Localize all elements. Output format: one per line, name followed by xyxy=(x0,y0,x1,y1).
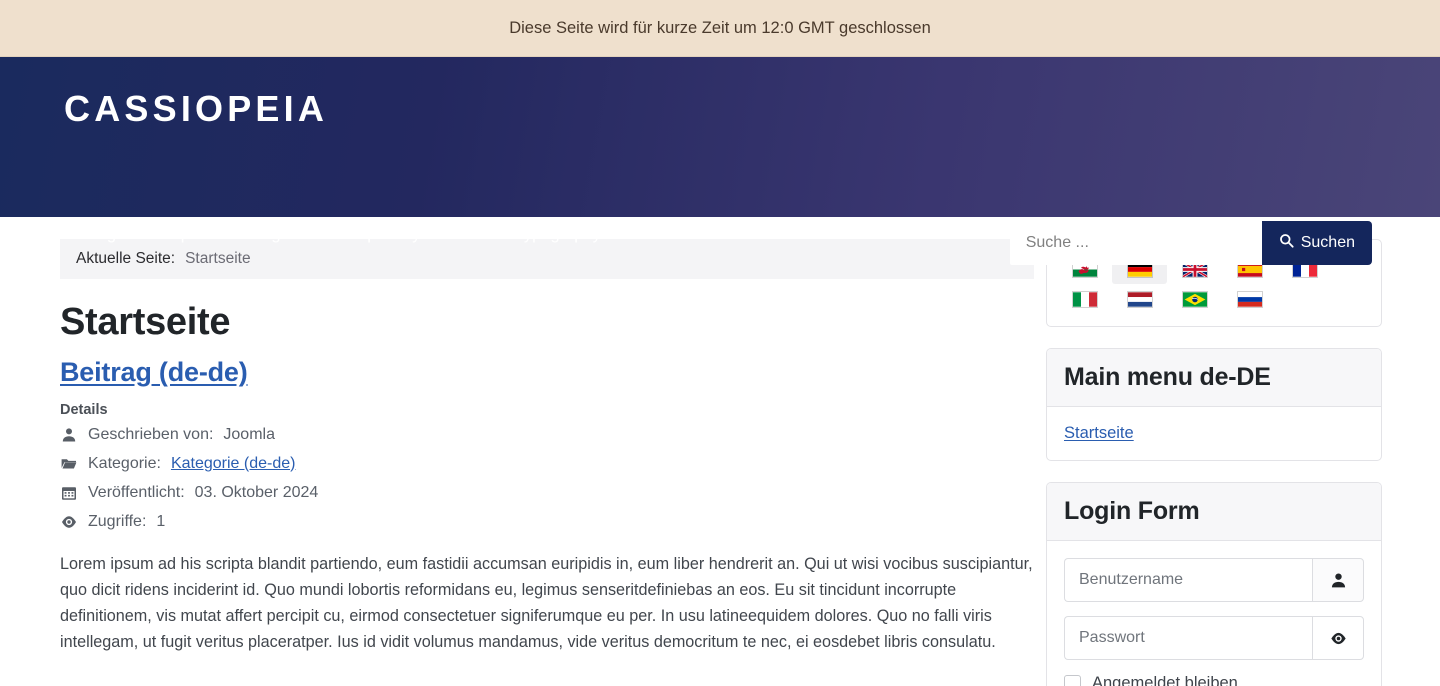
main-menu-body: Startseite xyxy=(1047,407,1381,460)
flag-italy-icon xyxy=(1071,290,1098,308)
username-input[interactable] xyxy=(1064,558,1312,602)
site-logo[interactable]: CASSIOPEIA xyxy=(64,91,328,127)
detail-value: 03. Oktober 2024 xyxy=(194,483,319,501)
detail-value-link[interactable]: Kategorie (de-de) xyxy=(171,455,296,473)
search-icon xyxy=(1279,233,1294,253)
password-field-group xyxy=(1064,616,1364,660)
nav-item-label: Typography xyxy=(514,225,601,243)
nav-item-blog[interactable]: Blog xyxy=(64,225,136,244)
detail-hits: Zugriffe: 1 xyxy=(60,513,1034,531)
detail-value: Joomla xyxy=(223,425,275,443)
main-navigation: Blog Help Login Sample Layouts Typograph… xyxy=(64,225,621,244)
login-form-panel: Login Form Angemeldet bleiben xyxy=(1046,482,1382,686)
header-search: Suchen xyxy=(1009,221,1372,265)
header-inner: CASSIOPEIA Blog Help Login Sample Layout… xyxy=(0,57,1440,265)
login-form-heading: Login Form xyxy=(1047,483,1381,541)
sidebar: Main menu de-DE Startseite Login Form Be… xyxy=(1046,239,1440,686)
search-input[interactable] xyxy=(1009,221,1262,265)
nav-item-label: Login xyxy=(252,225,294,243)
remember-me-row: Angemeldet bleiben xyxy=(1064,674,1364,686)
nav-item-label: Sample Layouts xyxy=(333,225,452,243)
password-input[interactable] xyxy=(1064,616,1312,660)
language-flag-ru[interactable] xyxy=(1222,284,1277,314)
folder-icon xyxy=(60,455,78,473)
nav-item-label: Help xyxy=(156,225,190,243)
toggle-password-visibility-icon[interactable] xyxy=(1312,616,1364,660)
detail-label: Veröffentlicht: xyxy=(88,483,185,501)
article-title-link[interactable]: Beitrag (de-de) xyxy=(60,357,248,388)
chevron-down-icon xyxy=(460,230,475,239)
site-notice-text: Diese Seite wird für kurze Zeit um 12:0 … xyxy=(509,18,931,37)
language-flag-nl[interactable] xyxy=(1112,284,1167,314)
article-body: Lorem ipsum ad his scripta blandit parti… xyxy=(60,554,1033,652)
calendar-icon xyxy=(60,484,78,502)
eye-icon xyxy=(60,513,78,531)
detail-category: Kategorie: Kategorie (de-de) xyxy=(60,455,1034,473)
search-submit-button[interactable]: Suchen xyxy=(1261,221,1372,265)
search-button-label: Suchen xyxy=(1300,234,1355,251)
user-icon xyxy=(60,426,78,444)
username-field-group xyxy=(1064,558,1364,602)
language-flag-it[interactable] xyxy=(1057,284,1112,314)
language-flag-row xyxy=(1057,284,1371,314)
detail-label: Zugriffe: xyxy=(88,512,147,530)
breadcrumb: Aktuelle Seite: Startseite xyxy=(60,239,1034,279)
detail-label: Geschrieben von: xyxy=(88,425,214,443)
article-details-heading: Details xyxy=(60,401,108,418)
login-form-body: Angemeldet bleiben xyxy=(1047,541,1381,686)
nav-item-login[interactable]: Login xyxy=(233,225,313,244)
nav-item-label: Blog xyxy=(83,225,117,243)
user-icon xyxy=(1312,558,1364,602)
main-content: Aktuelle Seite: Startseite Startseite Be… xyxy=(0,239,1046,686)
nav-item-typography[interactable]: Typography xyxy=(495,225,621,244)
detail-published: Veröffentlicht: 03. Oktober 2024 xyxy=(60,484,1034,502)
language-flag-empty xyxy=(1277,284,1332,314)
main-menu-panel: Main menu de-DE Startseite xyxy=(1046,348,1382,461)
detail-value: 1 xyxy=(156,512,166,530)
nav-item-help[interactable]: Help xyxy=(136,225,233,244)
page-title: Startseite xyxy=(60,301,231,343)
flag-russia-icon xyxy=(1236,290,1263,308)
nav-item-sample-layouts[interactable]: Sample Layouts xyxy=(313,225,494,244)
detail-author: Geschrieben von: Joomla xyxy=(60,426,1034,444)
detail-label: Kategorie: xyxy=(88,454,161,472)
site-notice-banner: Diese Seite wird für kurze Zeit um 12:0 … xyxy=(0,0,1440,57)
page-body: Aktuelle Seite: Startseite Startseite Be… xyxy=(0,217,1440,686)
flag-netherlands-icon xyxy=(1126,290,1153,308)
remember-me-checkbox[interactable] xyxy=(1064,675,1081,686)
main-menu-heading: Main menu de-DE xyxy=(1047,349,1381,407)
breadcrumb-label: Aktuelle Seite: xyxy=(76,250,176,267)
main-menu-item-startseite[interactable]: Startseite xyxy=(1064,424,1134,443)
language-flag-br[interactable] xyxy=(1167,284,1222,314)
chevron-down-icon xyxy=(198,230,213,239)
remember-me-label: Angemeldet bleiben xyxy=(1092,674,1238,686)
flag-brazil-icon xyxy=(1181,290,1208,308)
site-header: CASSIOPEIA Blog Help Login Sample Layout… xyxy=(0,57,1440,265)
breadcrumb-current: Startseite xyxy=(185,250,251,267)
